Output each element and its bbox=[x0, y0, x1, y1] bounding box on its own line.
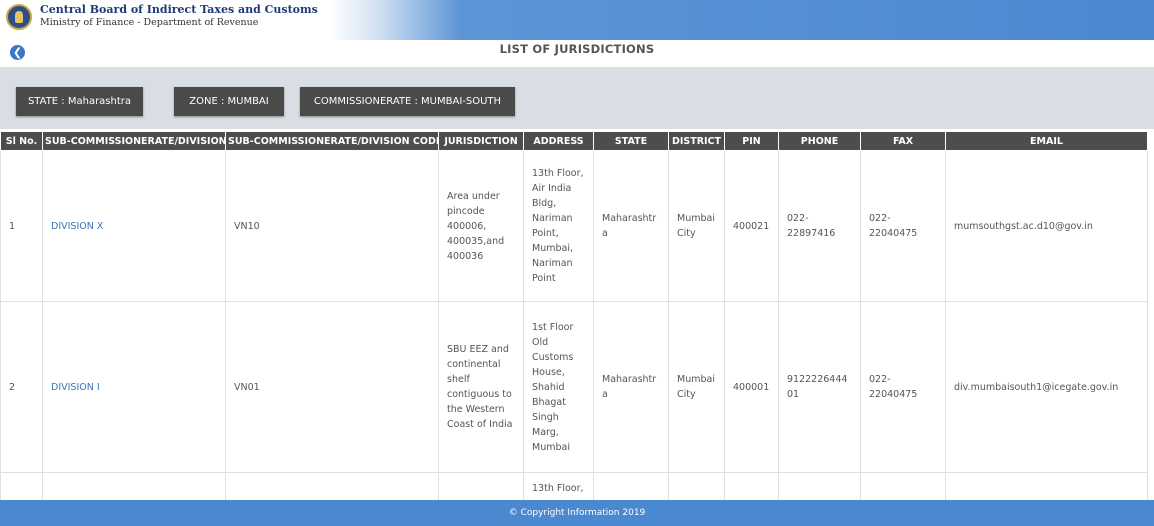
cell-address: 1st Floor Old Customs House, Shahid Bhag… bbox=[523, 301, 594, 473]
column-header: PHONE bbox=[778, 131, 861, 151]
site-header: Central Board of Indirect Taxes and Cust… bbox=[0, 0, 1154, 40]
table-row: 1 DIVISION X VN10 Area under pincode 400… bbox=[0, 150, 1148, 302]
column-header: ADDRESS bbox=[523, 131, 594, 151]
back-arrow-icon[interactable]: ❮ bbox=[10, 45, 25, 60]
cell-email: mumsouthgst.ac.d10@gov.in bbox=[945, 150, 1148, 302]
column-header: SUB-COMMISSIONERATE/DIVISION bbox=[42, 131, 226, 151]
footer-copyright: © Copyright Information 2019 bbox=[0, 500, 1154, 526]
table-row: 13th Floor, bbox=[0, 472, 1148, 500]
cell-pin bbox=[724, 472, 779, 500]
cell-address: 13th Floor, Air India Bldg, Nariman Poin… bbox=[523, 150, 594, 302]
cell-jurisdiction: Area under pincode 400006, 400035,and 40… bbox=[438, 150, 524, 302]
org-subtitle: Ministry of Finance - Department of Reve… bbox=[40, 17, 259, 28]
emblem-logo-icon bbox=[6, 4, 32, 30]
cell-fax: 022-22040475 bbox=[860, 301, 946, 473]
cell-phone: 912222644401 bbox=[778, 301, 861, 473]
cell-state: Maharashtra bbox=[593, 301, 669, 473]
cell-pin: 400001 bbox=[724, 301, 779, 473]
cell-sl-no: 2 bbox=[0, 301, 43, 473]
filter-bar: STATE : Maharashtra ZONE : MUMBAI COMMIS… bbox=[0, 67, 1154, 129]
cell-pin: 400021 bbox=[724, 150, 779, 302]
cell-district: Mumbai City bbox=[668, 301, 725, 473]
zone-filter-chip[interactable]: ZONE : MUMBAI bbox=[174, 87, 284, 116]
cell-email: div.mumbaisouth1@icegate.gov.in bbox=[945, 301, 1148, 473]
cell-jurisdiction: SBU EEZ and continental shelf contiguous… bbox=[438, 301, 524, 473]
column-header: EMAIL bbox=[945, 131, 1148, 151]
division-link[interactable]: DIVISION I bbox=[42, 301, 226, 473]
column-header: Sl No. bbox=[0, 131, 43, 151]
cell-district bbox=[668, 472, 725, 500]
column-header: JURISDICTION bbox=[438, 131, 524, 151]
column-header: SUB-COMMISSIONERATE/DIVISION CODE bbox=[225, 131, 439, 151]
cell-email bbox=[945, 472, 1148, 500]
jurisdictions-table-container[interactable]: Sl No. SUB-COMMISSIONERATE/DIVISION SUB-… bbox=[0, 131, 1154, 500]
page-title: LIST OF JURISDICTIONS bbox=[499, 42, 655, 56]
cell-phone: 022-22897416 bbox=[778, 150, 861, 302]
jurisdictions-table: Sl No. SUB-COMMISSIONERATE/DIVISION SUB-… bbox=[0, 131, 1148, 500]
table-header-row: Sl No. SUB-COMMISSIONERATE/DIVISION SUB-… bbox=[0, 131, 1148, 151]
cell-code: VN01 bbox=[225, 301, 439, 473]
cell-district: Mumbai City bbox=[668, 150, 725, 302]
division-link[interactable]: DIVISION X bbox=[42, 150, 226, 302]
cell-sl-no bbox=[0, 472, 43, 500]
column-header: PIN bbox=[724, 131, 779, 151]
column-header: STATE bbox=[593, 131, 669, 151]
column-header: DISTRICT bbox=[668, 131, 725, 151]
commissionerate-filter-chip[interactable]: COMMISSIONERATE : MUMBAI-SOUTH bbox=[300, 87, 515, 116]
org-name: Central Board of Indirect Taxes and Cust… bbox=[40, 3, 318, 16]
cell-fax bbox=[860, 472, 946, 500]
cell-code bbox=[225, 472, 439, 500]
cell-state: Maharashtra bbox=[593, 150, 669, 302]
state-filter-chip[interactable]: STATE : Maharashtra bbox=[16, 87, 143, 116]
cell-address: 13th Floor, bbox=[523, 472, 594, 500]
cell-phone bbox=[778, 472, 861, 500]
division-link[interactable] bbox=[42, 472, 226, 500]
cell-sl-no: 1 bbox=[0, 150, 43, 302]
cell-fax: 022-22040475 bbox=[860, 150, 946, 302]
cell-code: VN10 bbox=[225, 150, 439, 302]
cell-jurisdiction bbox=[438, 472, 524, 500]
table-row: 2 DIVISION I VN01 SBU EEZ and continenta… bbox=[0, 301, 1148, 473]
column-header: FAX bbox=[860, 131, 946, 151]
cell-state bbox=[593, 472, 669, 500]
